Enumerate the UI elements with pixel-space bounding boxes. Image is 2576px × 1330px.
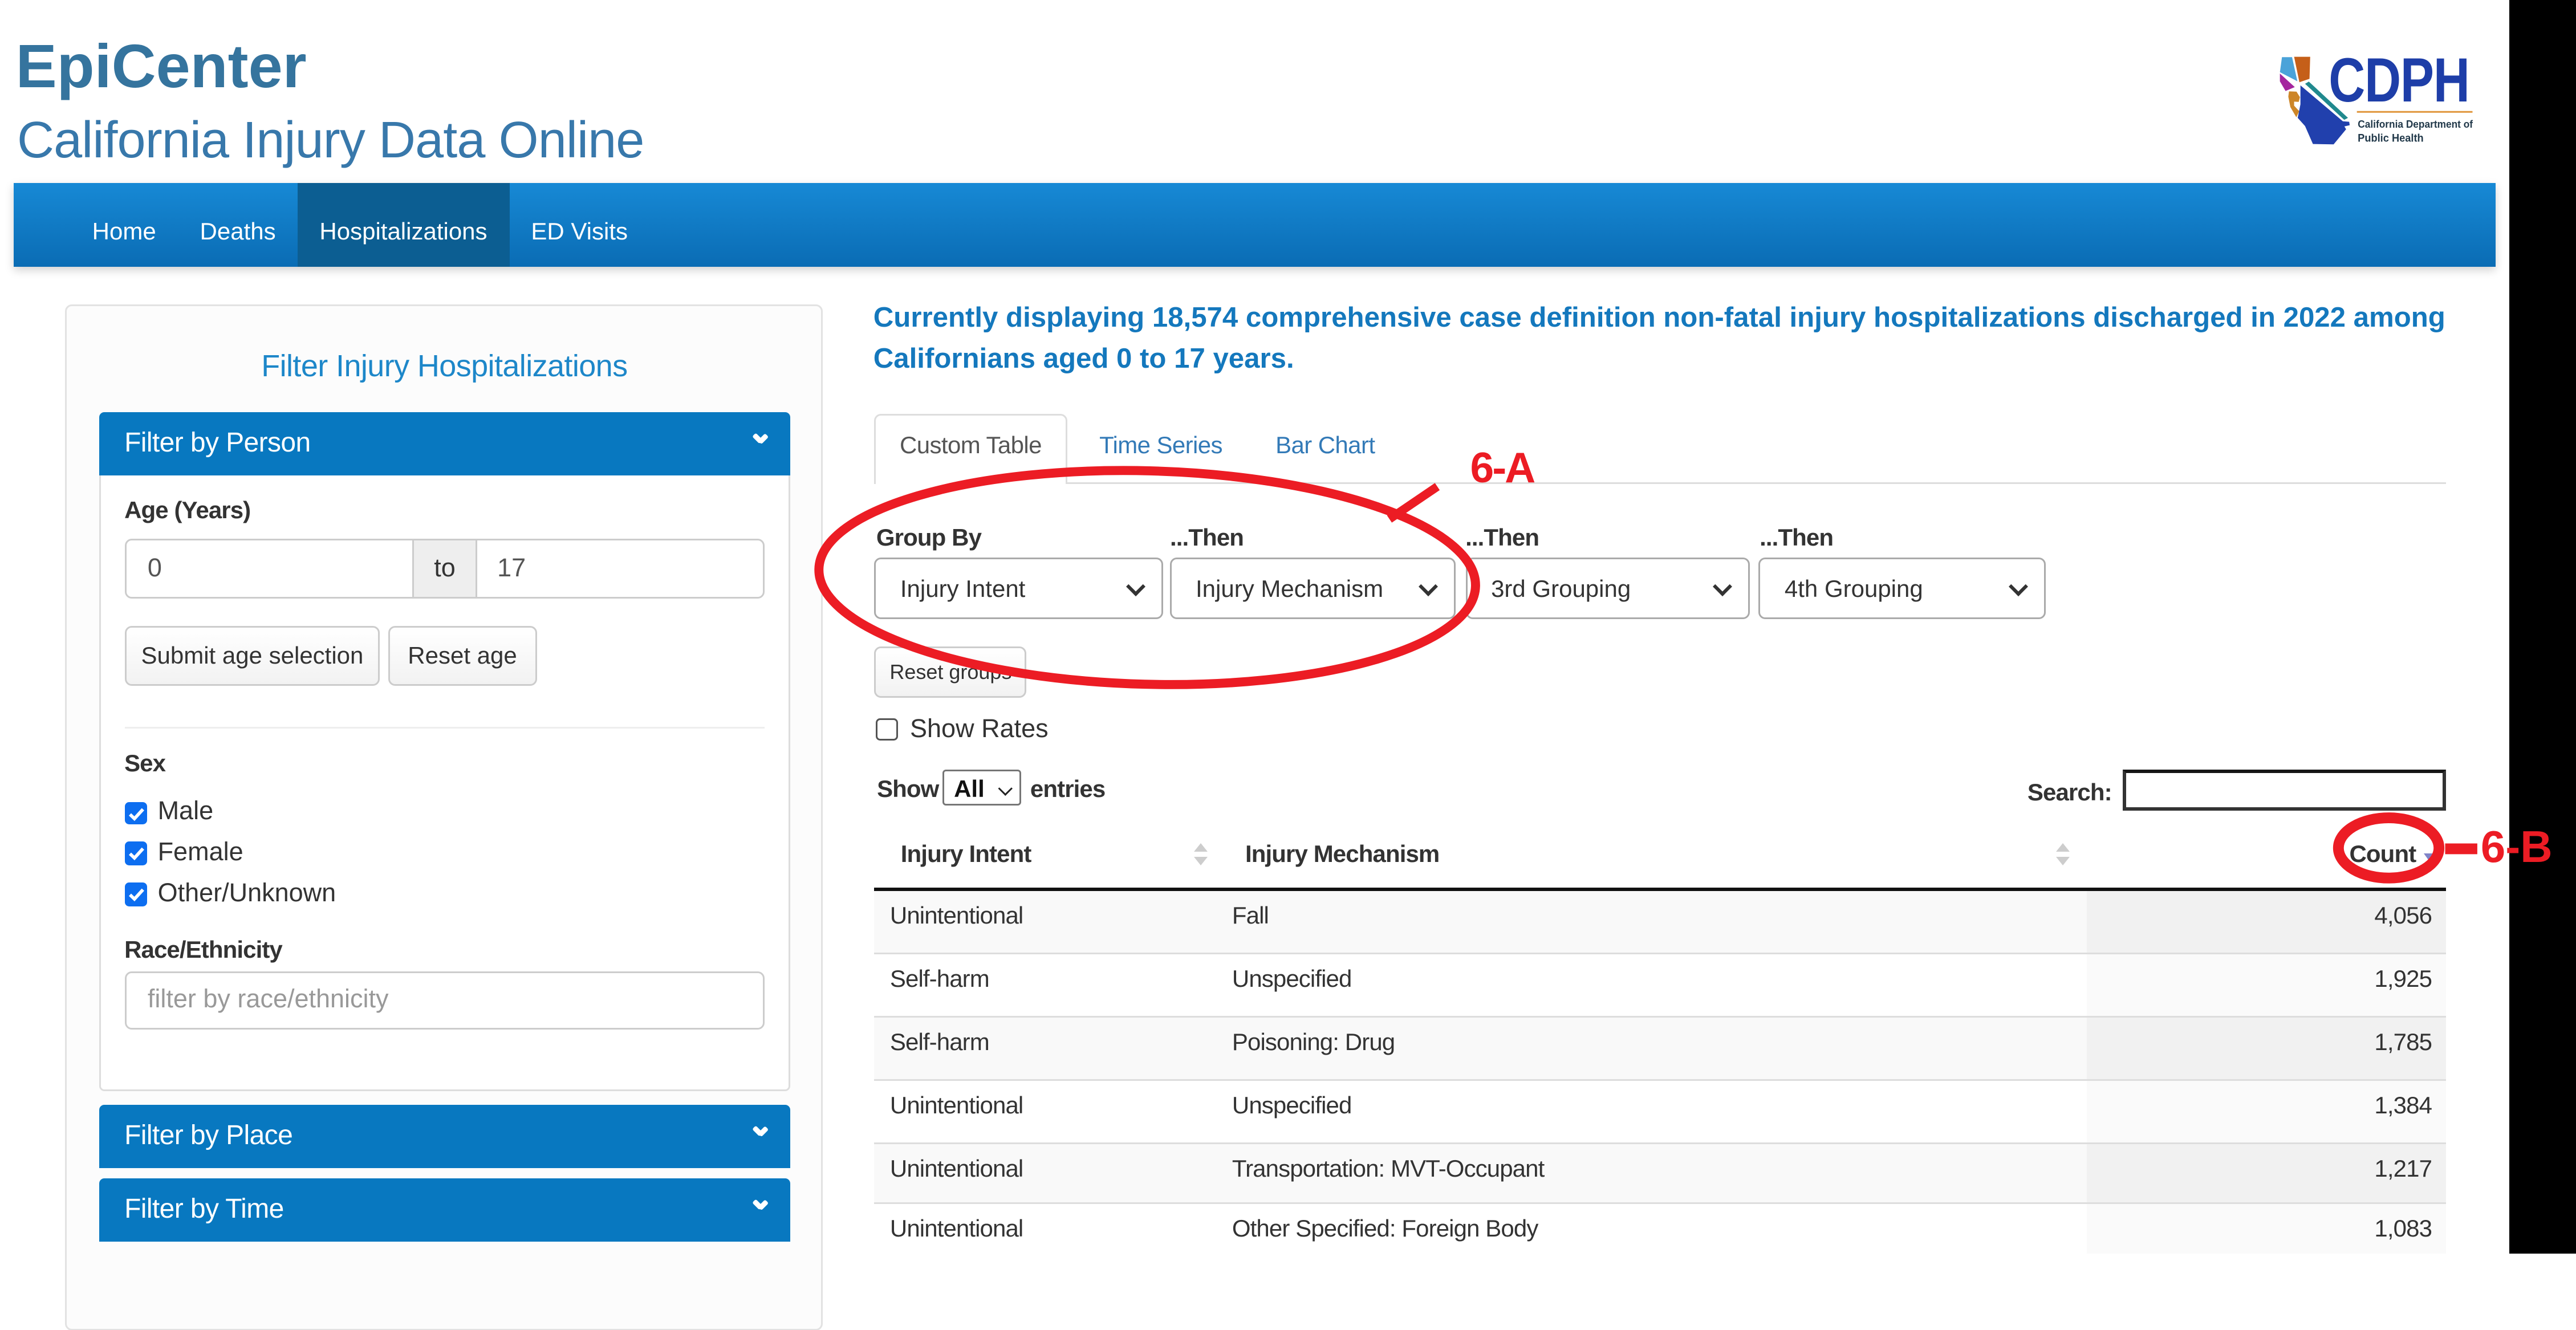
- svg-text:California Department of: California Department of: [2357, 119, 2473, 131]
- svg-text:Public Health: Public Health: [2357, 132, 2423, 144]
- svg-text:CDPH: CDPH: [2328, 51, 2468, 115]
